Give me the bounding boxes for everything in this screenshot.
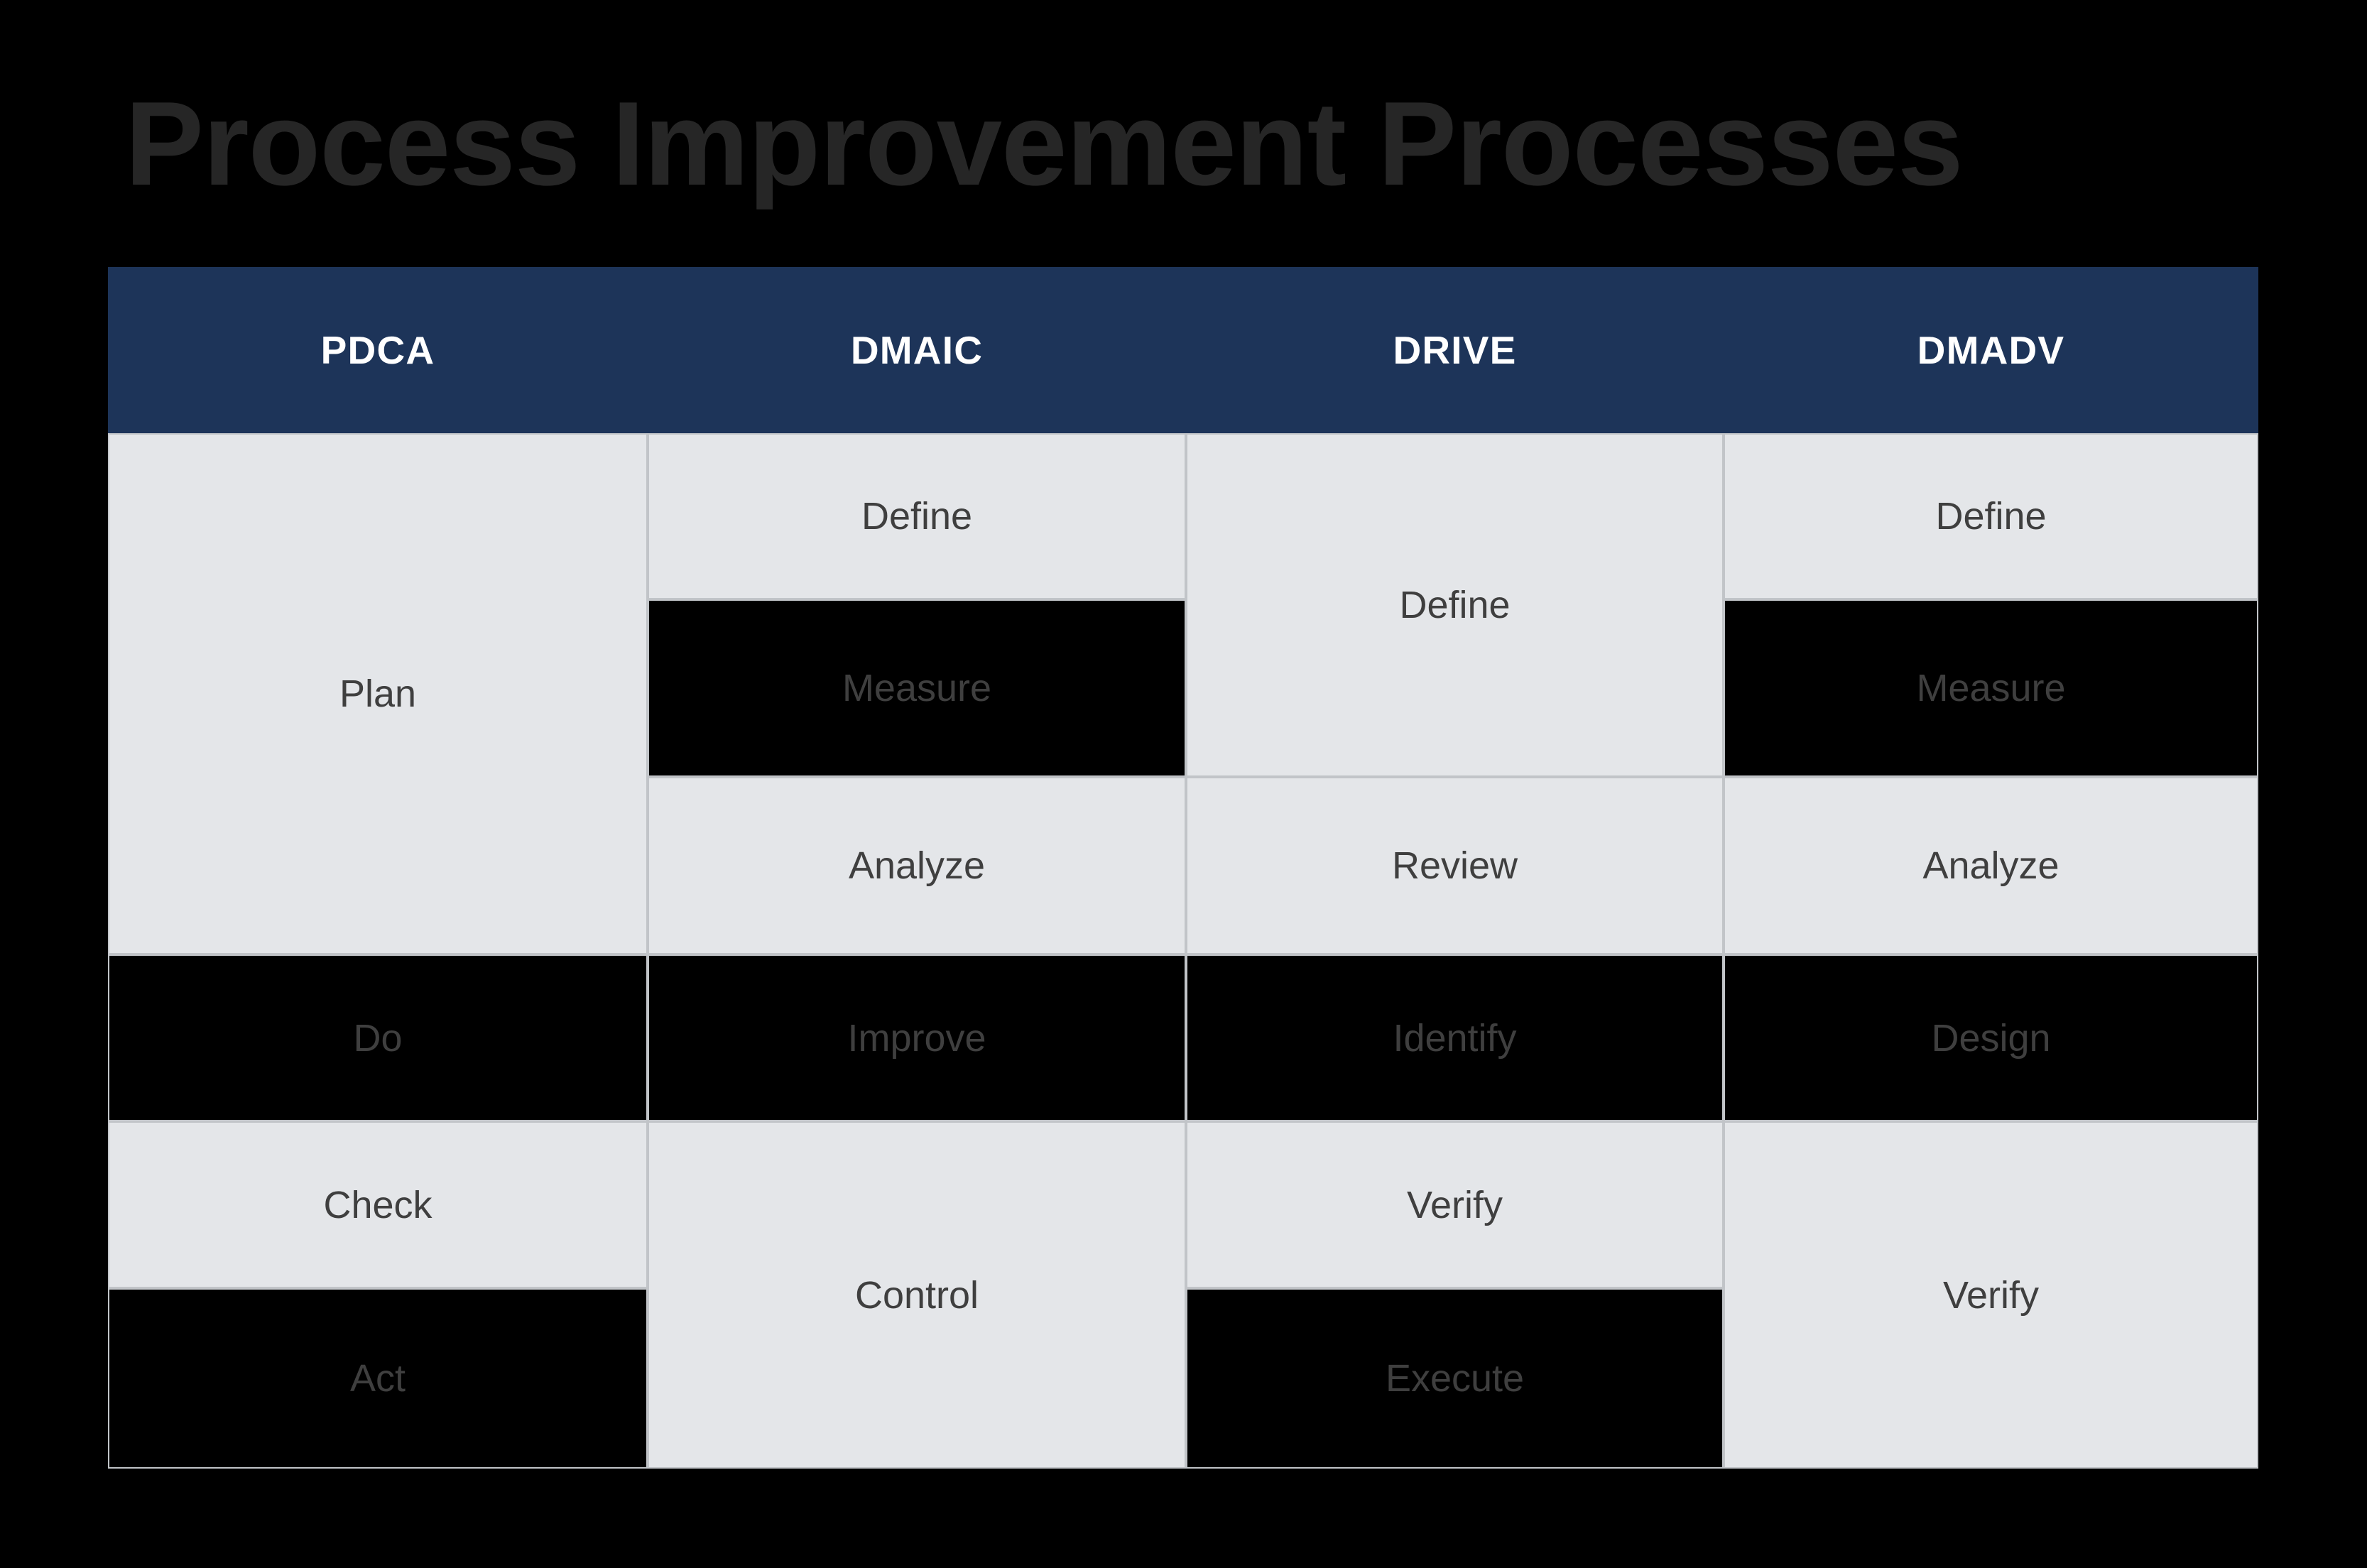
- cell-drive-execute[interactable]: Execute: [1186, 1288, 1724, 1469]
- cell-dmaic-define[interactable]: Define: [648, 433, 1186, 599]
- cell-drive-define[interactable]: Define: [1186, 433, 1724, 777]
- column-header-dmadv[interactable]: DMADV: [1724, 267, 2258, 433]
- cell-dmadv-define[interactable]: Define: [1724, 433, 2258, 599]
- cell-pdca-plan[interactable]: Plan: [108, 433, 648, 954]
- table-header-row: PDCA DMAIC DRIVE DMADV: [108, 267, 2258, 433]
- column-header-pdca[interactable]: PDCA: [108, 267, 648, 433]
- column-header-drive[interactable]: DRIVE: [1186, 267, 1724, 433]
- page-title: Process Improvement Processes: [125, 77, 1964, 210]
- cell-dmadv-measure[interactable]: Measure: [1724, 599, 2258, 777]
- cell-pdca-do[interactable]: Do: [108, 954, 648, 1121]
- cell-dmaic-measure[interactable]: Measure: [648, 599, 1186, 777]
- cell-drive-review[interactable]: Review: [1186, 777, 1724, 954]
- cell-pdca-act[interactable]: Act: [108, 1288, 648, 1469]
- table-body: Plan Do Check Act Define Measure Analyze…: [108, 433, 2258, 1469]
- cell-drive-verify[interactable]: Verify: [1186, 1121, 1724, 1288]
- cell-dmadv-analyze[interactable]: Analyze: [1724, 777, 2258, 954]
- cell-dmaic-analyze[interactable]: Analyze: [648, 777, 1186, 954]
- process-comparison-table: PDCA DMAIC DRIVE DMADV Plan Do Check Act…: [108, 267, 2258, 1469]
- cell-dmaic-control[interactable]: Control: [648, 1121, 1186, 1469]
- cell-dmaic-improve[interactable]: Improve: [648, 954, 1186, 1121]
- cell-drive-identify[interactable]: Identify: [1186, 954, 1724, 1121]
- cell-dmadv-verify[interactable]: Verify: [1724, 1121, 2258, 1469]
- column-header-dmaic[interactable]: DMAIC: [648, 267, 1186, 433]
- cell-dmadv-design[interactable]: Design: [1724, 954, 2258, 1121]
- slide-canvas: Process Improvement Processes PDCA DMAIC…: [0, 0, 2367, 1568]
- cell-pdca-check[interactable]: Check: [108, 1121, 648, 1288]
